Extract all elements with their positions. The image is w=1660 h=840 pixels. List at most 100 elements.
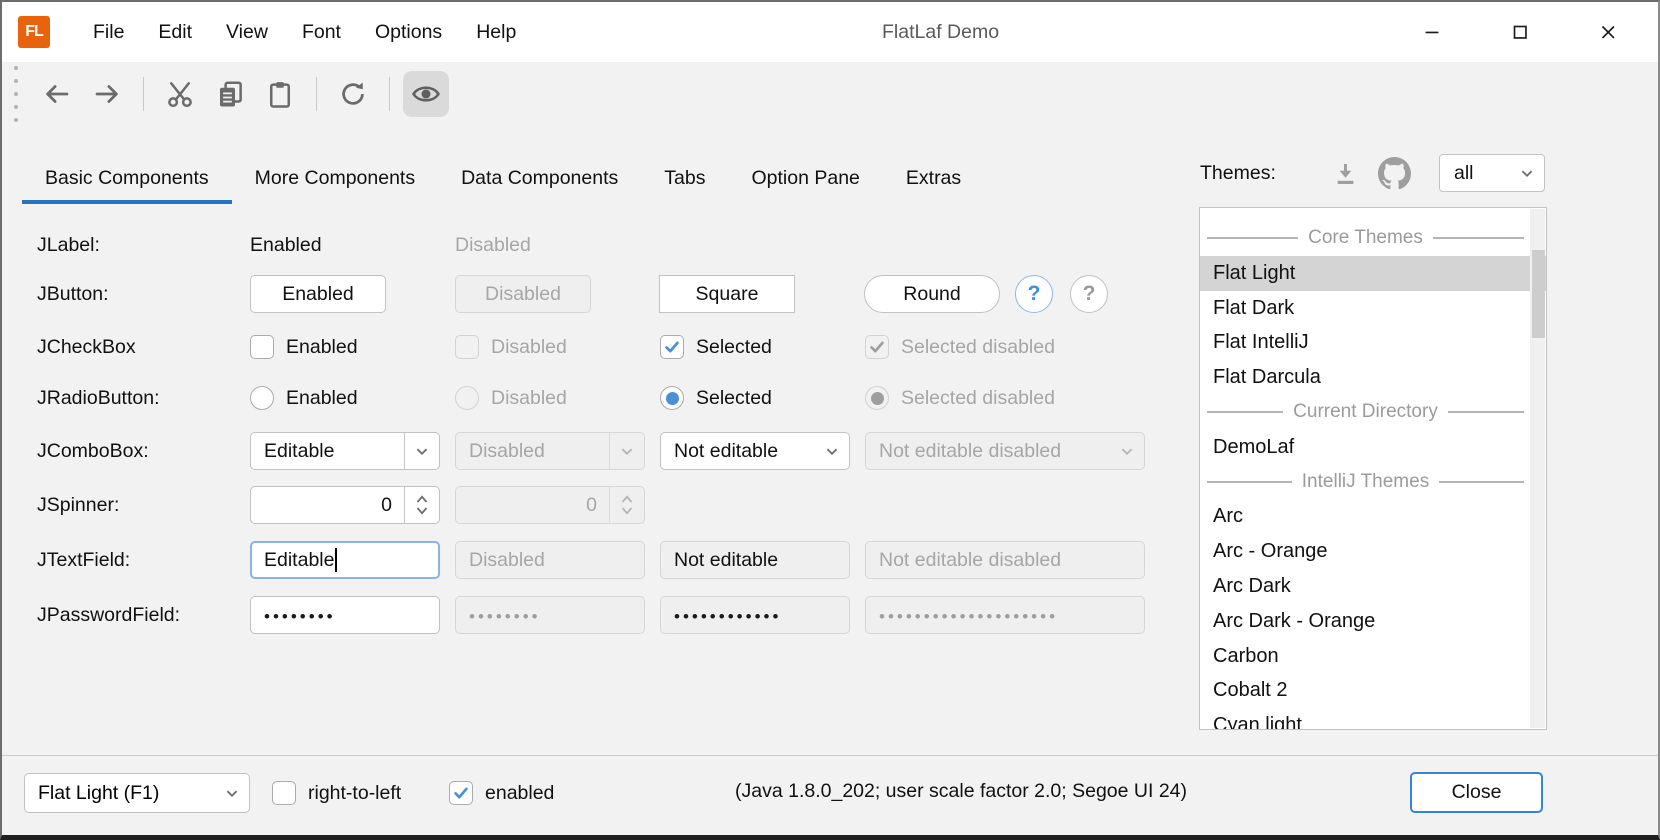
combobox-not-editable[interactable]: Not editable bbox=[660, 432, 850, 470]
spinner-disabled: 0 bbox=[455, 486, 645, 524]
checkbox-selected[interactable]: Selected bbox=[660, 335, 772, 359]
tab-tabs[interactable]: Tabs bbox=[641, 152, 728, 204]
statusbar-separator bbox=[2, 755, 1658, 756]
jbutton-row-label: JButton: bbox=[37, 281, 109, 307]
checkbox-checked-icon bbox=[865, 335, 889, 359]
back-button[interactable] bbox=[34, 71, 80, 117]
forward-arrow-icon bbox=[92, 79, 122, 109]
help-button-disabled: ? bbox=[1070, 275, 1108, 313]
close-icon bbox=[1597, 21, 1619, 43]
theme-item-arc-dark-orange[interactable]: Arc Dark - Orange bbox=[1200, 604, 1546, 639]
chevron-down-icon bbox=[215, 782, 249, 804]
look-and-feel-value: Flat Light (F1) bbox=[25, 782, 215, 805]
textfield-not-editable[interactable]: Not editable bbox=[660, 541, 850, 579]
cut-button[interactable] bbox=[157, 71, 203, 117]
checkbox-selected-disabled: Selected disabled bbox=[865, 335, 1055, 359]
flatlaf-logo-icon: FL bbox=[18, 16, 50, 48]
tab-basic-components[interactable]: Basic Components bbox=[22, 152, 232, 204]
spinner-enabled[interactable]: 0 bbox=[250, 486, 440, 524]
square-button[interactable]: Square bbox=[659, 275, 795, 313]
checkbox-disabled: Disabled bbox=[455, 335, 567, 359]
theme-item-carbon[interactable]: Carbon bbox=[1200, 639, 1546, 674]
maximize-button[interactable] bbox=[1476, 2, 1564, 62]
window-controls bbox=[1388, 2, 1652, 62]
passwordfield-not-editable[interactable]: •••••••••••• bbox=[660, 596, 850, 634]
spinner-up-down-icons[interactable] bbox=[404, 487, 439, 523]
title-bar: FL File Edit View Font Options Help Flat… bbox=[2, 2, 1658, 62]
theme-item-arc[interactable]: Arc bbox=[1200, 499, 1546, 534]
github-link-button[interactable] bbox=[1378, 157, 1411, 190]
chevron-down-icon bbox=[609, 433, 644, 469]
round-button[interactable]: Round bbox=[864, 275, 1000, 313]
toolbar-separator bbox=[389, 77, 390, 111]
checkbox-checked-icon bbox=[660, 335, 684, 359]
help-button-enabled[interactable]: ? bbox=[1015, 275, 1053, 313]
theme-item-cyan-light[interactable]: Cyan light bbox=[1200, 708, 1546, 730]
menu-options[interactable]: Options bbox=[358, 2, 459, 62]
menu-font[interactable]: Font bbox=[285, 2, 358, 62]
menu-edit[interactable]: Edit bbox=[141, 2, 209, 62]
chevron-down-icon[interactable] bbox=[404, 433, 439, 469]
main-tab-bar: Basic Components More Components Data Co… bbox=[22, 152, 984, 204]
enabled-button[interactable]: Enabled bbox=[250, 275, 386, 313]
refresh-button[interactable] bbox=[330, 71, 376, 117]
passwordfield-editable[interactable]: •••••••• bbox=[250, 596, 440, 634]
radio-selected[interactable]: Selected bbox=[660, 386, 772, 410]
radio-selected-icon bbox=[660, 386, 684, 410]
theme-filter-combobox[interactable]: all bbox=[1439, 154, 1545, 192]
jspinner-row-label: JSpinner: bbox=[37, 492, 119, 518]
theme-item-flat-darcula[interactable]: Flat Darcula bbox=[1200, 360, 1546, 395]
passwordfield-disabled: •••••••• bbox=[455, 596, 645, 634]
combobox-not-editable-disabled: Not editable disabled bbox=[865, 432, 1145, 470]
combobox-editable[interactable]: Editable bbox=[250, 432, 440, 470]
tab-extras[interactable]: Extras bbox=[883, 152, 984, 204]
chevron-down-icon bbox=[1510, 162, 1544, 184]
theme-group-separator: IntelliJ Themes bbox=[1200, 465, 1546, 500]
checkbox-enabled[interactable]: Enabled bbox=[250, 335, 358, 359]
look-and-feel-combobox[interactable]: Flat Light (F1) bbox=[24, 773, 250, 813]
menu-help[interactable]: Help bbox=[459, 2, 533, 62]
theme-item-flat-light[interactable]: Flat Light bbox=[1200, 256, 1546, 291]
close-window-button[interactable] bbox=[1564, 2, 1652, 62]
theme-item-demolaf[interactable]: DemoLaf bbox=[1200, 430, 1546, 465]
copy-icon bbox=[215, 79, 245, 109]
download-theme-button[interactable] bbox=[1332, 160, 1359, 187]
textfield-editable[interactable]: Editable bbox=[250, 541, 440, 579]
copy-button[interactable] bbox=[207, 71, 253, 117]
eye-icon bbox=[411, 79, 441, 109]
show-hidden-toggle-button[interactable] bbox=[403, 71, 449, 117]
tab-option-pane[interactable]: Option Pane bbox=[728, 152, 882, 204]
theme-item-flat-dark[interactable]: Flat Dark bbox=[1200, 291, 1546, 326]
theme-item-arc-orange[interactable]: Arc - Orange bbox=[1200, 534, 1546, 569]
close-button[interactable]: Close bbox=[1410, 772, 1543, 813]
theme-group-separator: Core Themes bbox=[1200, 221, 1546, 256]
theme-item-flat-intellij[interactable]: Flat IntelliJ bbox=[1200, 325, 1546, 360]
tab-more-components[interactable]: More Components bbox=[232, 152, 438, 204]
themes-scrollbar-thumb[interactable] bbox=[1532, 250, 1545, 338]
checkbox-checked-icon bbox=[449, 781, 473, 805]
toolbar-separator bbox=[316, 77, 317, 111]
radio-selected-icon bbox=[865, 386, 889, 410]
tab-data-components[interactable]: Data Components bbox=[438, 152, 641, 204]
back-arrow-icon bbox=[42, 79, 72, 109]
themes-label: Themes: bbox=[1200, 152, 1276, 194]
combobox-disabled: Disabled bbox=[455, 432, 645, 470]
checkbox-unchecked-icon bbox=[272, 781, 296, 805]
theme-group-separator: Current Directory bbox=[1200, 395, 1546, 430]
textfield-not-editable-disabled: Not editable disabled bbox=[865, 541, 1145, 579]
menu-view[interactable]: View bbox=[209, 2, 285, 62]
minimize-button[interactable] bbox=[1388, 2, 1476, 62]
menu-file[interactable]: File bbox=[76, 2, 141, 62]
forward-button[interactable] bbox=[84, 71, 130, 117]
chevron-down-icon[interactable] bbox=[814, 433, 849, 469]
checkbox-unchecked-icon bbox=[455, 335, 479, 359]
radio-enabled[interactable]: Enabled bbox=[250, 386, 358, 410]
right-to-left-checkbox[interactable]: right-to-left bbox=[272, 781, 401, 805]
toolbar-grip-handle[interactable] bbox=[14, 66, 18, 122]
paste-button[interactable] bbox=[257, 71, 303, 117]
paste-icon bbox=[265, 79, 295, 109]
theme-item-cobalt-2[interactable]: Cobalt 2 bbox=[1200, 673, 1546, 708]
enabled-checkbox[interactable]: enabled bbox=[449, 781, 554, 805]
theme-item-arc-dark[interactable]: Arc Dark bbox=[1200, 569, 1546, 604]
textfield-disabled: Disabled bbox=[455, 541, 645, 579]
